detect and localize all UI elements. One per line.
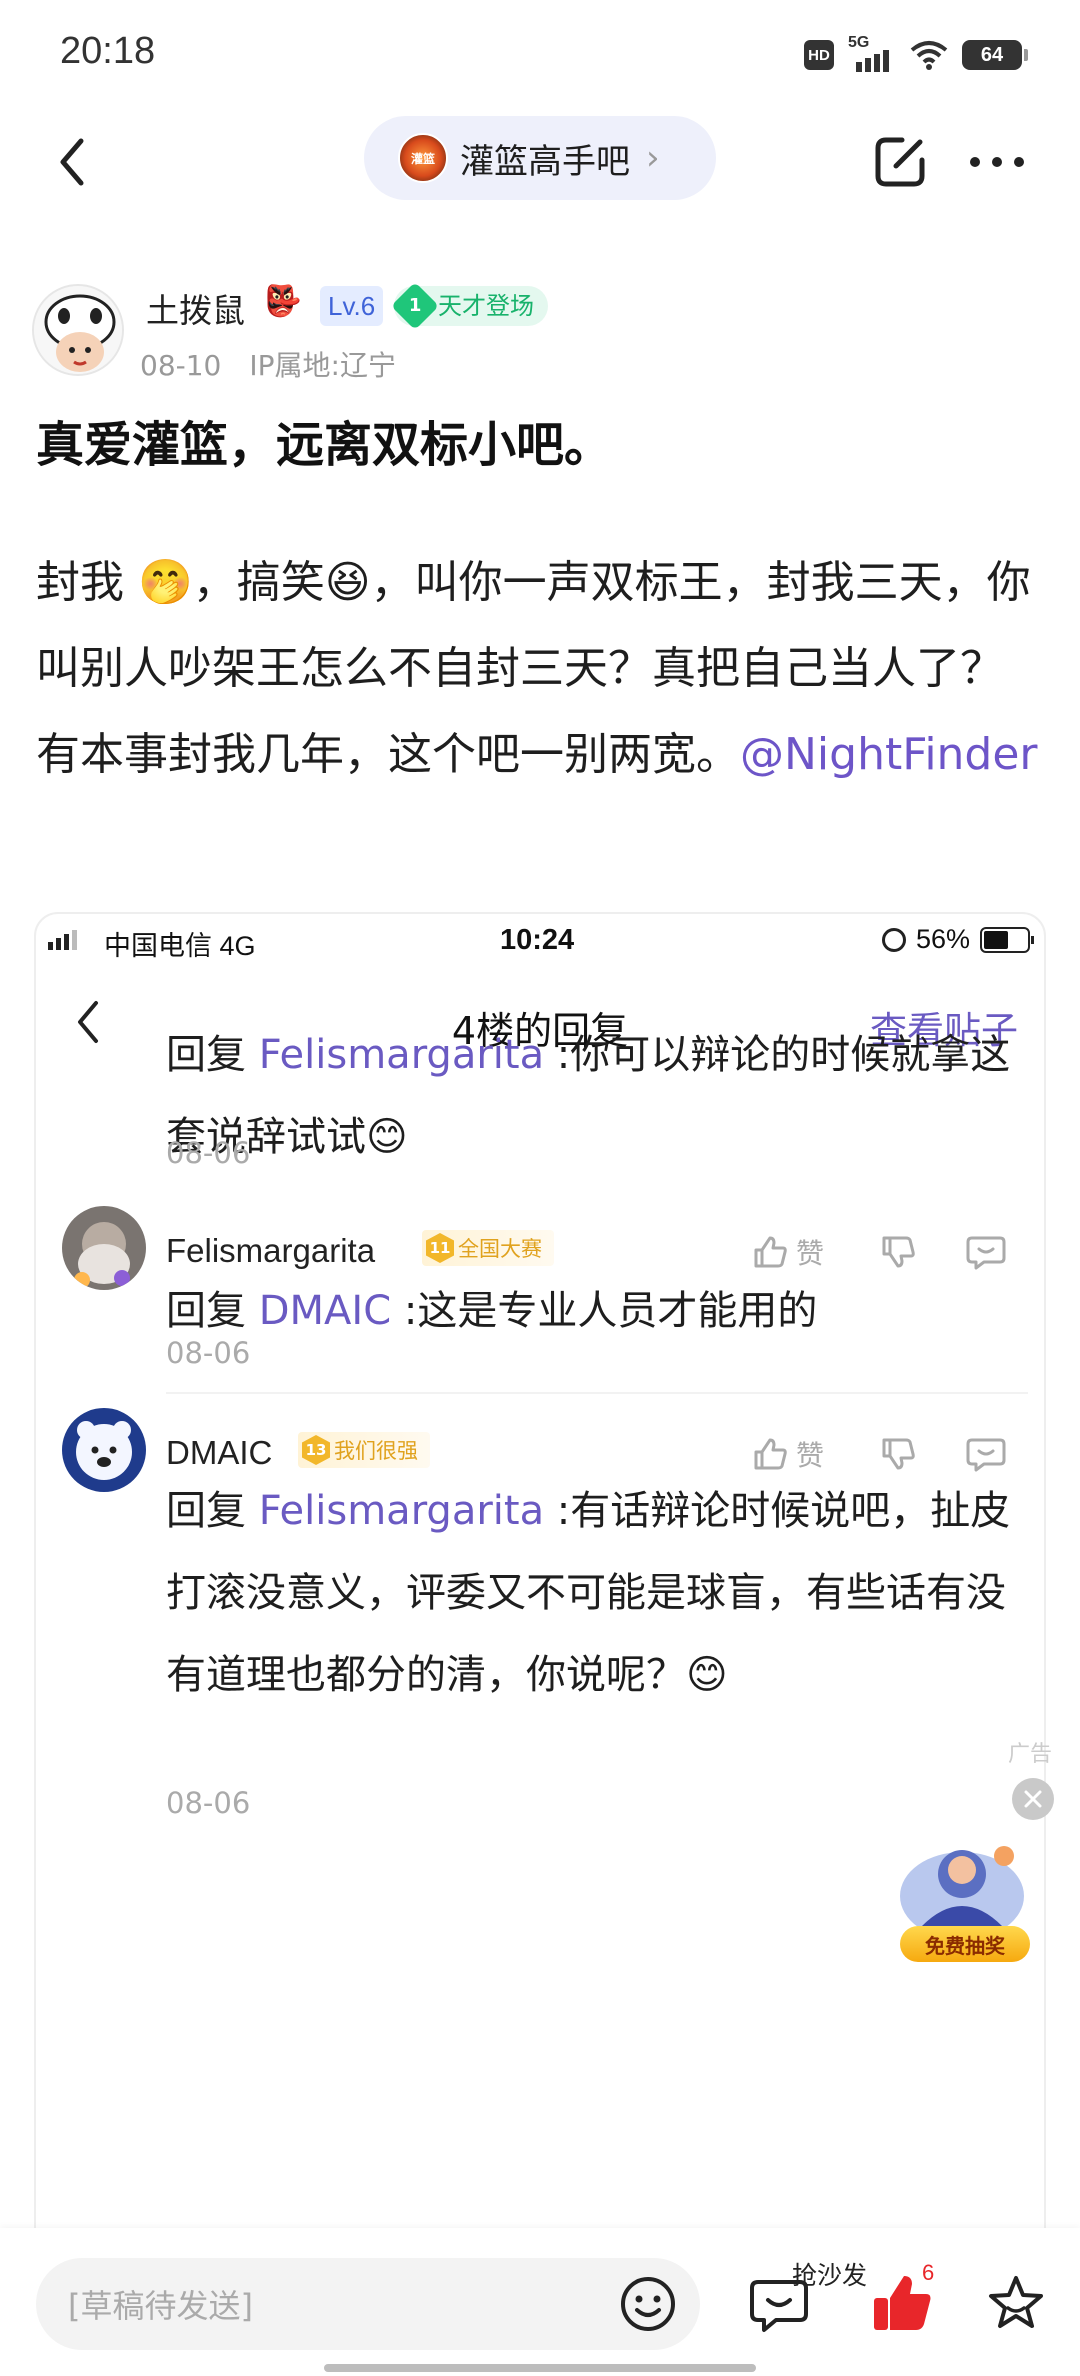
post-author: 土拨鼠 👺 Lv.6 1 天才登场 08-10 IP属地:辽宁: [0, 272, 1080, 392]
favorite-button[interactable]: [984, 2272, 1048, 2336]
dislike-icon: [880, 1436, 916, 1472]
signal-icon: [48, 930, 77, 950]
commenter-name: DMAIC: [166, 1434, 273, 1471]
embedded-screenshot[interactable]: 中国电信 4G 10:24 56% 4楼的回复 查看贴子 回复 Felismar…: [34, 912, 1046, 2376]
level-badge: Lv.6: [320, 286, 384, 326]
edit-icon: [875, 137, 925, 187]
reply-target: DMAIC: [258, 1288, 392, 1334]
nav-bar: 灌篮 灌篮高手吧 ›: [0, 112, 1080, 212]
embedded-battery-text: 56%: [915, 924, 970, 954]
like-count: 6: [922, 2260, 935, 2285]
status-icons: HD 5G 64: [804, 34, 1028, 72]
back-arrow-icon: [60, 138, 84, 186]
post-date: 08-10: [140, 349, 222, 382]
bottom-bar: [草稿待发送] 抢沙发 6: [0, 2228, 1080, 2376]
sofa-label: 抢沙发: [792, 2261, 868, 2290]
reply-target: Felismargarita: [258, 1032, 545, 1078]
post-body: 封我 🤭，搞笑😆，叫你一声双标王，封我三天，你叫别人吵架王怎么不自封三天？真把自…: [36, 540, 1046, 798]
commenter-badge: 13 我们很强: [298, 1432, 430, 1468]
more-button[interactable]: [962, 130, 1032, 194]
reply-text: 回复 Felismargarita :有话辩论时候说吧，扯皮打滚没意义，评委又不…: [166, 1488, 1011, 1698]
more-dots-icon: [970, 157, 1024, 167]
smiley-icon: [621, 2277, 675, 2331]
reply-target: Felismargarita: [258, 1488, 545, 1534]
talent-badge-label: 天才登场: [438, 292, 534, 320]
commenter-avatar: [62, 1206, 146, 1290]
author-avatar[interactable]: [32, 284, 124, 376]
divider: [166, 1392, 1028, 1394]
embedded-carrier: 中国电信 4G: [104, 931, 256, 961]
ip-location: IP属地:辽宁: [249, 349, 396, 382]
hd-icon: HD: [804, 40, 834, 70]
reply-date: 08-06: [166, 1136, 251, 1170]
commenter-avatar: [62, 1408, 146, 1492]
draft-reply-input[interactable]: [草稿待发送]: [36, 2258, 700, 2350]
forum-logo: 灌篮: [398, 133, 448, 183]
embedded-time: 10:24: [500, 924, 575, 956]
reply-icon: [966, 1436, 1006, 1472]
ad-label: 广告: [1008, 1742, 1053, 1767]
back-button[interactable]: [42, 130, 102, 194]
dislike-icon: [880, 1234, 916, 1270]
battery-icon: 64: [962, 40, 1028, 70]
close-icon: [1024, 1790, 1042, 1808]
mention-link[interactable]: @NightFinder: [740, 729, 1038, 780]
comment-actions: 赞: [752, 1434, 1006, 1474]
reply-text: 回复 DMAIC :这是专业人员才能用的: [166, 1288, 818, 1334]
chevron-right-icon: ›: [646, 138, 660, 178]
author-emoji: 👺: [264, 284, 302, 319]
commenter-badge: 11 全国大赛: [422, 1230, 554, 1266]
avatar-image: [34, 286, 122, 374]
ad-close-button[interactable]: [1012, 1778, 1054, 1820]
cellular-signal-icon: 5G: [848, 34, 896, 72]
embedded-status-bar: 中国电信 4G 10:24 56%: [36, 914, 1044, 964]
author-name[interactable]: 土拨鼠: [146, 284, 245, 332]
author-meta: 08-10 IP属地:辽宁: [140, 344, 396, 384]
rotation-lock-icon: [881, 927, 906, 952]
embedded-status-right: 56%: [881, 924, 1034, 955]
comment-actions: 赞: [752, 1232, 1006, 1272]
forum-name: 灌篮高手吧: [460, 141, 630, 182]
reply-date: 08-06: [166, 1786, 251, 1820]
reply-date: 08-06: [166, 1336, 251, 1370]
post-title: 真爱灌篮，远离双标小吧。: [36, 417, 613, 473]
ad-cta-button[interactable]: 免费抽奖: [900, 1926, 1030, 1962]
forum-entry-button[interactable]: 灌篮 灌篮高手吧 ›: [364, 116, 716, 200]
reply-text: 回复 Felismargarita :你可以辩论的时候就拿这套说辞试试😊: [166, 1032, 1011, 1160]
embedded-battery-icon: [980, 926, 1034, 953]
commenter-name: Felismargarita: [166, 1232, 376, 1269]
like-action: 赞: [752, 1232, 838, 1272]
status-time: 20:18: [60, 30, 156, 72]
wifi-icon: [910, 41, 948, 70]
diamond-icon: 1: [390, 281, 440, 331]
emoji-button[interactable]: [618, 2274, 678, 2334]
status-bar: 20:18 HD 5G 64: [0, 0, 1080, 112]
home-indicator[interactable]: [324, 2364, 756, 2372]
reply-icon: [966, 1234, 1006, 1270]
edit-button[interactable]: [870, 130, 930, 194]
star-icon: [989, 2276, 1043, 2328]
like-action: 赞: [752, 1434, 838, 1474]
talent-badge: 1 天才登场: [390, 281, 548, 331]
